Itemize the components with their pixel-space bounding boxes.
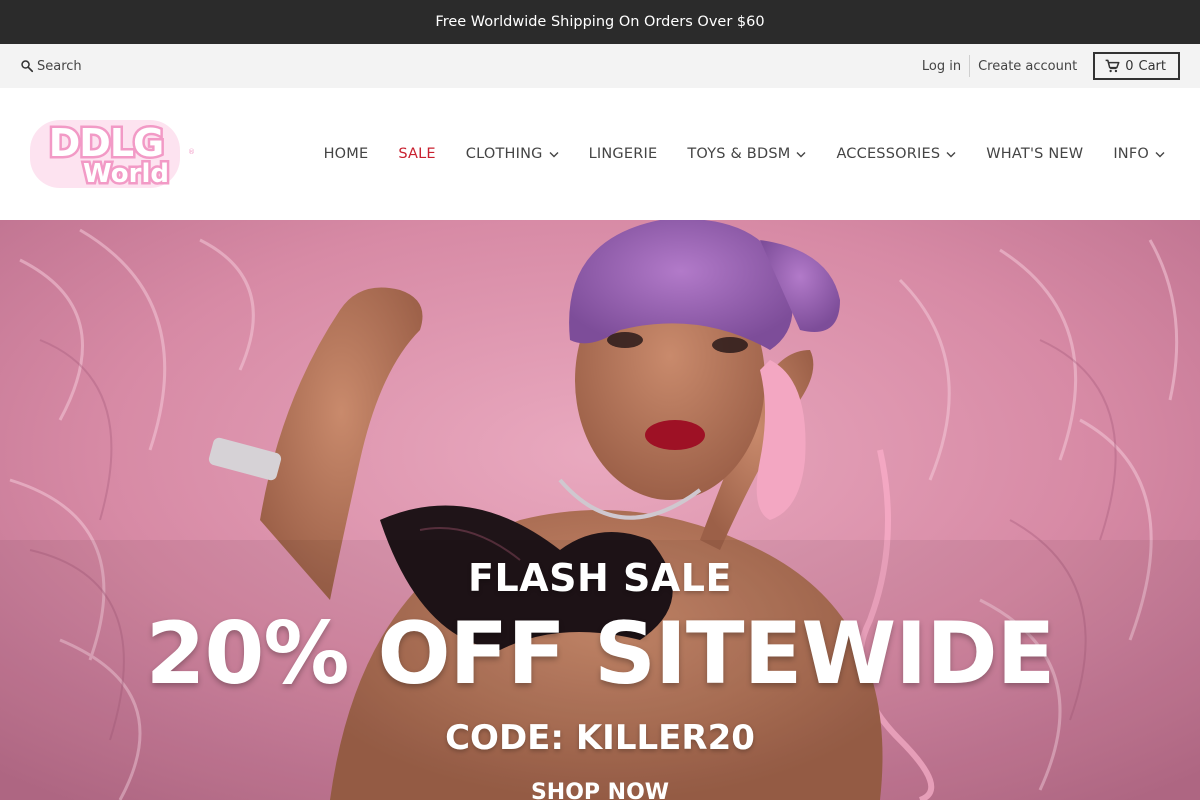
promo-headline: 20% OFF SITEWIDE: [145, 604, 1056, 704]
nav-item-clothing[interactable]: CLOTHING: [451, 146, 574, 162]
hero-text-overlay: FLASH SALE 20% OFF SITEWIDE CODE: KILLER…: [0, 220, 1200, 800]
nav-label: CLOTHING: [465, 146, 543, 162]
nav-item-accessories[interactable]: ACCESSORIES: [821, 146, 971, 162]
search-label: Search: [37, 58, 82, 74]
cart-button[interactable]: 0 Cart: [1093, 52, 1180, 80]
logo-link[interactable]: DDLG World ®: [28, 116, 194, 192]
cart-count: 0: [1125, 58, 1134, 74]
search-icon: [21, 60, 34, 73]
utility-bar: Search Log in Create account 0 Cart: [0, 44, 1200, 88]
login-link[interactable]: Log in: [914, 59, 969, 74]
ddlg-world-logo: DDLG World ®: [30, 119, 194, 192]
nav-label: SALE: [398, 146, 436, 162]
nav-item-lingerie[interactable]: LINGERIE: [574, 146, 673, 162]
cart-label: Cart: [1138, 58, 1167, 74]
nav-item-toys-bdsm[interactable]: TOYS & BDSM: [672, 146, 821, 162]
nav-item-info[interactable]: INFO: [1098, 146, 1180, 162]
chevron-down-icon: [946, 151, 956, 157]
chevron-down-icon: [1155, 151, 1165, 157]
hero-banner[interactable]: FLASH SALE 20% OFF SITEWIDE CODE: KILLER…: [0, 220, 1200, 800]
chevron-down-icon: [549, 151, 559, 157]
nav-label: TOYS & BDSM: [687, 146, 791, 162]
announcement-text: Free Worldwide Shipping On Orders Over $…: [435, 14, 765, 30]
cart-icon: [1105, 59, 1120, 73]
nav-label: LINGERIE: [588, 146, 658, 162]
nav-item-sale[interactable]: SALE: [383, 146, 450, 162]
shop-now-link[interactable]: SHOP NOW: [0, 780, 1200, 800]
search-button[interactable]: Search: [20, 59, 82, 74]
main-nav: HOME SALE CLOTHING LINGERIE TOYS & BDSM …: [309, 146, 1180, 162]
site-header: DDLG World ® HOME SALE CLOTHING LINGERIE…: [0, 88, 1200, 220]
nav-label: WHAT'S NEW: [986, 146, 1084, 162]
logo-registered-mark: ®: [188, 148, 194, 156]
announcement-bar: Free Worldwide Shipping On Orders Over $…: [0, 0, 1200, 44]
nav-label: ACCESSORIES: [836, 146, 941, 162]
logo-wordmark-bottom: World: [83, 159, 169, 189]
account-links: Log in Create account 0 Cart: [914, 52, 1180, 80]
create-account-link[interactable]: Create account: [970, 59, 1085, 74]
nav-label: INFO: [1113, 146, 1149, 162]
flash-sale-title: FLASH SALE: [468, 556, 732, 600]
nav-item-home[interactable]: HOME: [309, 146, 384, 162]
nav-item-whats-new[interactable]: WHAT'S NEW: [971, 146, 1098, 162]
chevron-down-icon: [796, 151, 806, 157]
nav-label: HOME: [323, 146, 369, 162]
promo-code: CODE: KILLER20: [445, 718, 755, 758]
